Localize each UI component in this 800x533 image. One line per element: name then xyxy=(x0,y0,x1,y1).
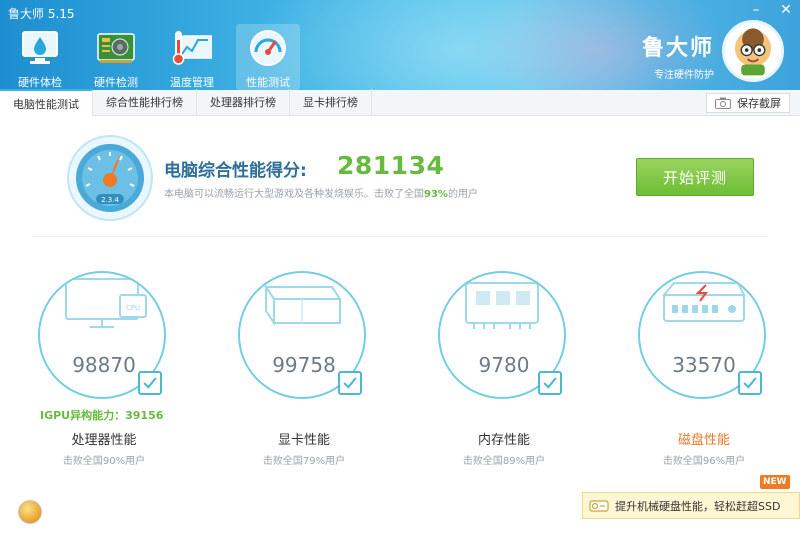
gpu-label: 显卡性能 xyxy=(277,433,330,448)
tab-gpu-ranking[interactable]: 显卡排行榜 xyxy=(290,89,372,115)
nav-label: 硬件体检 xyxy=(18,76,62,89)
close-icon[interactable]: ✕ xyxy=(778,2,794,18)
checkbox-checked-icon[interactable] xyxy=(538,371,562,395)
ssd-icon xyxy=(589,499,609,512)
cpu-beat-text: 击败全国90%用户 xyxy=(62,456,146,467)
tab-cpu-ranking[interactable]: 处理器排行榜 xyxy=(197,89,290,115)
checkbox-checked-icon[interactable] xyxy=(138,371,162,395)
disk-label: 磁盘性能 xyxy=(677,433,730,448)
overall-score-value: 281134 xyxy=(337,151,445,180)
title-bar: 鲁大师 5.15 – ✕ 硬件体检 硬件检测 温度管理 性能测试 鲁大师 专注硬… xyxy=(0,0,800,90)
svg-text:CPU: CPU xyxy=(126,304,140,312)
gauge-text: 2.3.4 xyxy=(101,196,119,204)
memory-beat-text: 击败全国89%用户 xyxy=(462,456,546,467)
window-controls: – ✕ xyxy=(748,2,794,18)
memory-label: 内存性能 xyxy=(477,433,530,448)
nav-label: 性能测试 xyxy=(246,76,290,89)
nav-item-hardware[interactable]: 硬件检测 xyxy=(84,24,148,90)
overall-score-description: 本电脑可以流畅运行大型游戏及各种发烧娱乐。击败了全国93%的用户 xyxy=(164,185,478,200)
hardware-board-icon xyxy=(97,33,135,63)
speedometer-gauge-icon: 2.3.4 xyxy=(67,135,153,221)
brand-slogan: 专注硬件防护 xyxy=(654,70,714,81)
nav-label: 硬件检测 xyxy=(94,76,138,89)
tab-overall-ranking[interactable]: 综合性能排行榜 xyxy=(93,89,197,115)
disk-beat-text: 击败全国96%用户 xyxy=(662,456,746,467)
cpu-label: 处理器性能 xyxy=(71,433,137,448)
checkbox-checked-icon[interactable] xyxy=(338,371,362,395)
divider xyxy=(32,236,768,237)
nav-item-performance[interactable]: 性能测试 xyxy=(236,24,300,90)
checkbox-checked-icon[interactable] xyxy=(738,371,762,395)
speedometer-icon xyxy=(250,30,286,66)
start-benchmark-button[interactable]: 开始评测 xyxy=(636,158,754,196)
gpu-beat-text: 击败全国79%用户 xyxy=(262,456,346,467)
save-screenshot-button[interactable]: 保存截屏 xyxy=(706,93,790,113)
promo-banner[interactable]: 提升机械硬盘性能，轻松赶超SSD xyxy=(582,492,800,519)
health-check-icon xyxy=(22,31,58,64)
desc-percent: 93% xyxy=(424,189,448,200)
nav-item-health-check[interactable]: 硬件体检 xyxy=(8,24,72,90)
nav-item-temperature[interactable]: 温度管理 xyxy=(160,24,224,90)
thermometer-icon xyxy=(172,31,212,65)
overall-score-label: 电脑综合性能得分: xyxy=(164,161,307,181)
tab-pc-performance[interactable]: 电脑性能测试 xyxy=(0,89,93,116)
nav-label: 温度管理 xyxy=(170,76,214,89)
promo-text: 提升机械硬盘性能，轻松赶超SSD xyxy=(615,499,781,513)
tab-bar: 电脑性能测试 综合性能排行榜 处理器排行榜 显卡排行榜 保存截屏 xyxy=(0,89,800,116)
new-badge: NEW xyxy=(760,475,790,489)
window-title: 鲁大师 5.15 xyxy=(8,7,75,21)
brand-name: 鲁大师 xyxy=(641,36,714,61)
mascot-avatar-icon[interactable] xyxy=(722,20,784,82)
minimize-icon[interactable]: – xyxy=(748,2,764,18)
main-nav: 硬件体检 硬件检测 温度管理 性能测试 xyxy=(8,24,300,90)
brand: 鲁大师 专注硬件防护 xyxy=(642,30,714,81)
igpu-score: IGPU异构能力：39156 xyxy=(40,409,164,422)
save-screenshot-label: 保存截屏 xyxy=(737,97,781,110)
camera-icon xyxy=(715,97,731,109)
desc-text: 本电脑可以流畅运行大型游戏及各种发烧娱乐。击败了全国 xyxy=(164,189,424,200)
desc-suffix: 的用户 xyxy=(447,189,478,200)
app-logo-icon[interactable] xyxy=(18,500,42,524)
